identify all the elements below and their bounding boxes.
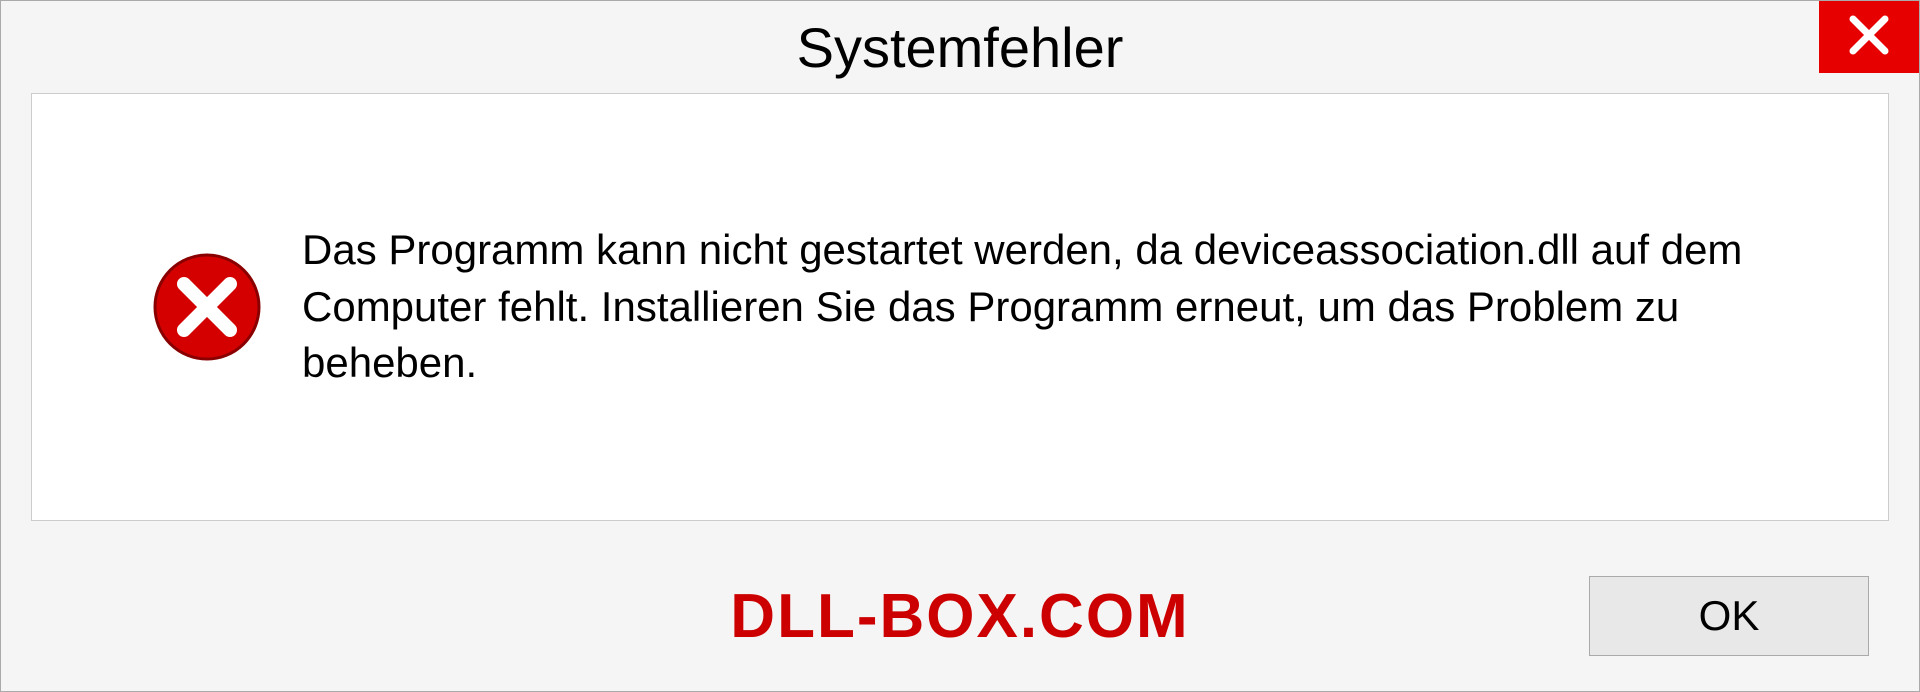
dialog-title: Systemfehler [797, 15, 1124, 80]
close-icon [1847, 13, 1891, 62]
error-icon [152, 252, 262, 362]
titlebar: Systemfehler [1, 1, 1919, 93]
close-button[interactable] [1819, 1, 1919, 73]
error-dialog: Systemfehler Das Programm kann nicht ges… [0, 0, 1920, 692]
ok-button[interactable]: OK [1589, 576, 1869, 656]
content-panel: Das Programm kann nicht gestartet werden… [31, 93, 1889, 521]
dialog-footer: DLL-BOX.COM OK [1, 541, 1919, 691]
watermark-text: DLL-BOX.COM [730, 581, 1189, 652]
error-message: Das Programm kann nicht gestartet werden… [302, 222, 1828, 392]
